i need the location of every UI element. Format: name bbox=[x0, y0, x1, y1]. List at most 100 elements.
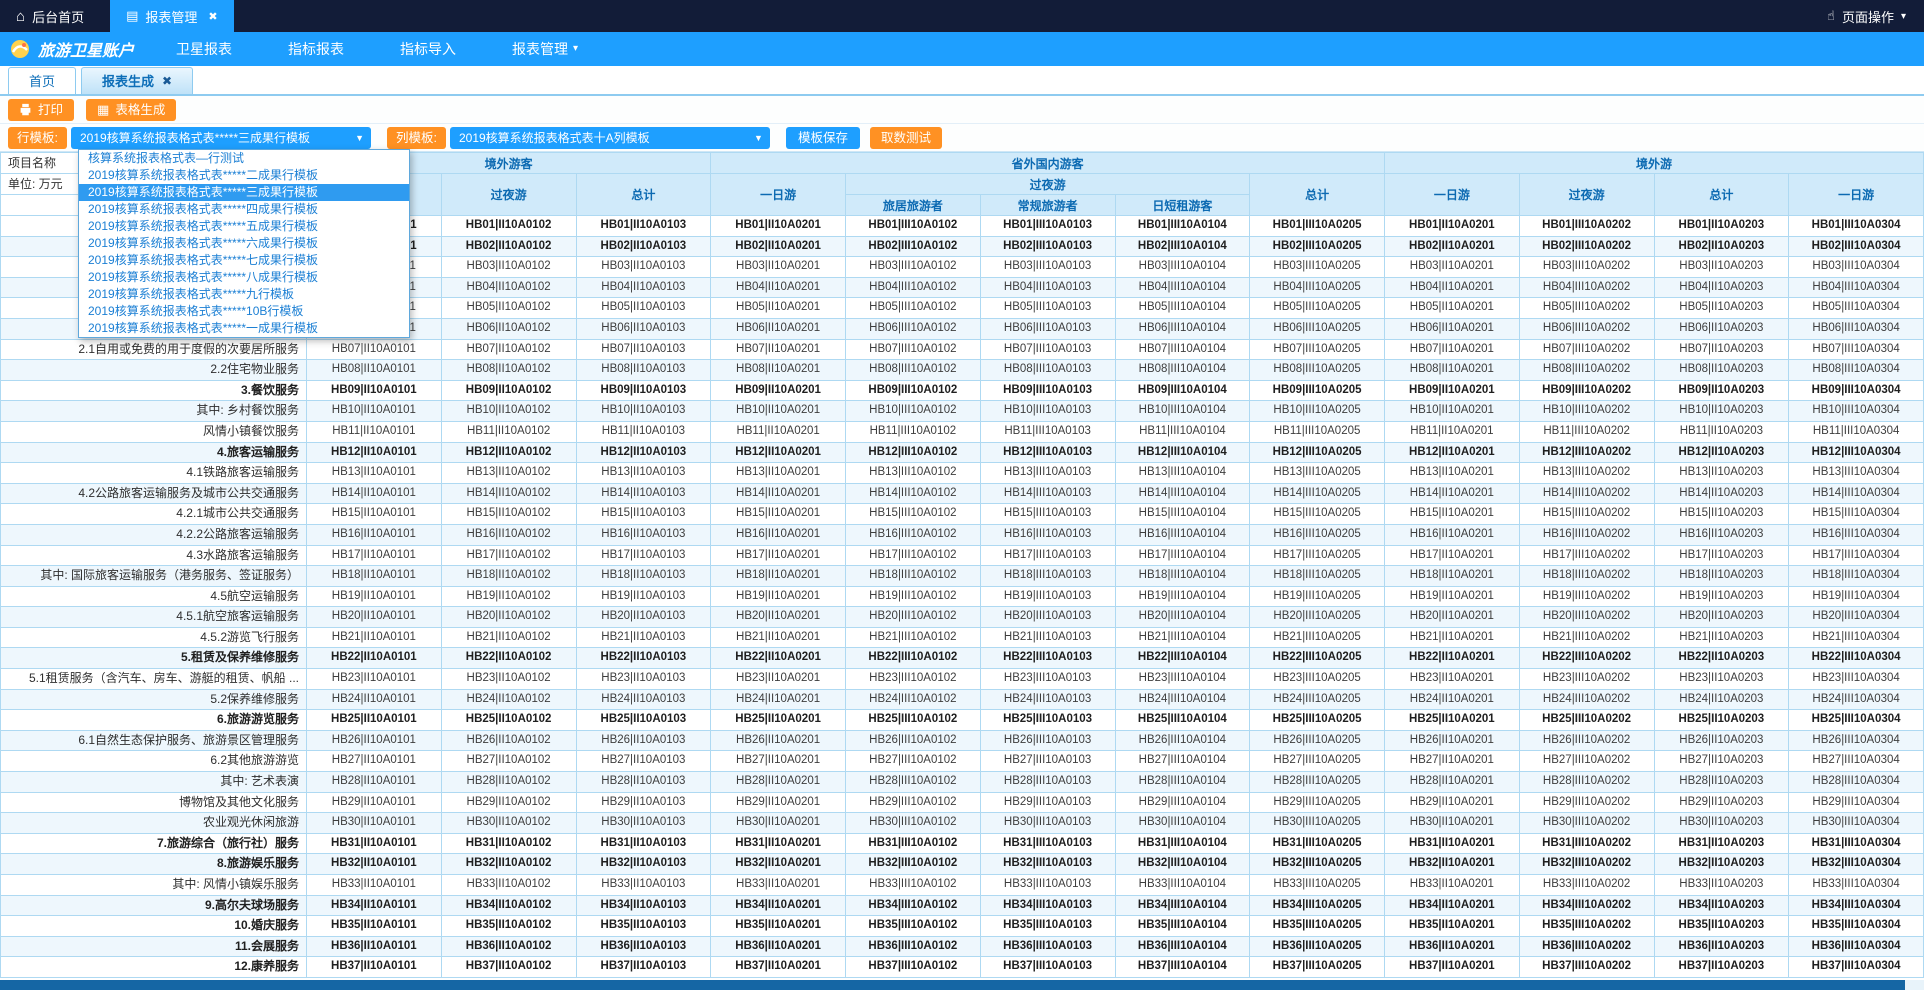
nav-item-label: 卫星报表 bbox=[176, 32, 232, 66]
table-row: 其中: 艺术表演HB28|II10A0101HB28|II10A0102HB28… bbox=[1, 772, 1924, 793]
code-cell: HB14|II10A0103 bbox=[576, 483, 711, 504]
code-cell: HB35|II10A0103 bbox=[576, 916, 711, 937]
dropdown-option[interactable]: 核算系统报表格式表—行测试 bbox=[79, 150, 409, 167]
row-template-select[interactable]: 2019核算系统报表格式表*****三成果行模板 ▼ bbox=[71, 127, 371, 149]
dropdown-option[interactable]: 2019核算系统报表格式表*****10B行模板 bbox=[79, 303, 409, 320]
code-cell: HB09|II10A0203 bbox=[1654, 380, 1789, 401]
dropdown-option[interactable]: 2019核算系统报表格式表*****二成果行模板 bbox=[79, 167, 409, 184]
tab-close-icon[interactable]: ✖ bbox=[162, 69, 172, 94]
row-template-dropdown: 核算系统报表格式表—行测试2019核算系统报表格式表*****二成果行模板201… bbox=[78, 149, 410, 338]
dropdown-option[interactable]: 2019核算系统报表格式表*****七成果行模板 bbox=[79, 252, 409, 269]
code-cell: HB29|III10A0205 bbox=[1250, 792, 1385, 813]
code-cell: HB04|III10A0202 bbox=[1519, 277, 1654, 298]
code-cell: HB36|III10A0103 bbox=[980, 936, 1115, 957]
code-cell: HB36|III10A0304 bbox=[1789, 936, 1924, 957]
code-cell: HB20|II10A0203 bbox=[1654, 607, 1789, 628]
code-cell: HB20|II10A0201 bbox=[711, 607, 846, 628]
print-button[interactable]: 打印 bbox=[8, 99, 74, 121]
code-cell: HB21|III10A0304 bbox=[1789, 627, 1924, 648]
toolbar-templates: 行模板: 2019核算系统报表格式表*****三成果行模板 ▼ 列模板: 201… bbox=[0, 124, 1924, 152]
code-cell: HB13|II10A0201 bbox=[711, 463, 846, 484]
nav-item-satellite-reports[interactable]: 卫星报表 bbox=[148, 32, 260, 66]
column-header: 过夜游 bbox=[441, 174, 576, 216]
code-cell: HB17|II10A0203 bbox=[1654, 545, 1789, 566]
home-label: 后台首页 bbox=[32, 7, 84, 26]
nav-item-indicator-reports[interactable]: 指标报表 bbox=[260, 32, 372, 66]
code-cell: HB13|III10A0103 bbox=[980, 463, 1115, 484]
code-cell: HB36|II10A0103 bbox=[576, 936, 711, 957]
code-cell: HB27|III10A0205 bbox=[1250, 751, 1385, 772]
home-icon: ⌂ bbox=[16, 9, 25, 24]
code-cell: HB27|II10A0101 bbox=[307, 751, 442, 772]
dropdown-option[interactable]: 2019核算系统报表格式表*****九行模板 bbox=[79, 286, 409, 303]
row-label-cell: 4.2公路旅客运输服务及城市公共交通服务 bbox=[1, 483, 307, 504]
table-row: 4.5.1航空旅客运输服务HB20|II10A0101HB20|II10A010… bbox=[1, 607, 1924, 628]
code-cell: HB17|II10A0101 bbox=[307, 545, 442, 566]
code-cell: HB18|III10A0103 bbox=[980, 566, 1115, 587]
table-row: 4.2公路旅客运输服务及城市公共交通服务HB14|II10A0101HB14|I… bbox=[1, 483, 1924, 504]
column-header: 总计 bbox=[1654, 174, 1789, 216]
code-cell: HB31|III10A0205 bbox=[1250, 833, 1385, 854]
code-cell: HB03|III10A0202 bbox=[1519, 257, 1654, 278]
page-operations-button[interactable]: ☝ 页面操作 ▾ bbox=[1809, 7, 1924, 26]
code-cell: HB33|III10A0103 bbox=[980, 875, 1115, 896]
dropdown-option[interactable]: 2019核算系统报表格式表*****四成果行模板 bbox=[79, 201, 409, 218]
code-cell: HB29|III10A0202 bbox=[1519, 792, 1654, 813]
fetch-test-button[interactable]: 取数测试 bbox=[870, 127, 942, 149]
topbar-tab-report-management[interactable]: ▤ 报表管理 ✖ bbox=[110, 0, 234, 32]
code-cell: HB26|II10A0203 bbox=[1654, 730, 1789, 751]
template-save-button[interactable]: 模板保存 bbox=[786, 127, 860, 149]
code-cell: HB31|III10A0304 bbox=[1789, 833, 1924, 854]
code-cell: HB10|II10A0201 bbox=[1385, 401, 1520, 422]
code-cell: HB14|III10A0202 bbox=[1519, 483, 1654, 504]
code-cell: HB23|II10A0101 bbox=[307, 669, 442, 690]
code-cell: HB01|III10A0103 bbox=[980, 216, 1115, 237]
table-generate-button[interactable]: ▦ 表格生成 bbox=[86, 99, 176, 121]
code-cell: HB23|II10A0102 bbox=[441, 669, 576, 690]
tab-report-generation[interactable]: 报表生成 ✖ bbox=[81, 67, 193, 94]
tab-home[interactable]: 首页 bbox=[8, 67, 76, 94]
scrollbar-thumb[interactable] bbox=[0, 980, 1905, 990]
code-cell: HB29|III10A0104 bbox=[1115, 792, 1250, 813]
code-cell: HB19|II10A0101 bbox=[307, 586, 442, 607]
row-label-cell: 其中: 国际旅客运输服务（港务服务、签证服务） bbox=[1, 566, 307, 587]
dropdown-option[interactable]: 2019核算系统报表格式表*****六成果行模板 bbox=[79, 235, 409, 252]
code-cell: HB18|II10A0103 bbox=[576, 566, 711, 587]
code-cell: HB04|III10A0304 bbox=[1789, 277, 1924, 298]
code-cell: HB14|III10A0205 bbox=[1250, 483, 1385, 504]
code-cell: HB14|III10A0104 bbox=[1115, 483, 1250, 504]
row-label-cell: 7.旅游综合（旅行社）服务 bbox=[1, 833, 307, 854]
code-cell: HB17|III10A0304 bbox=[1789, 545, 1924, 566]
dropdown-option[interactable]: 2019核算系统报表格式表*****五成果行模板 bbox=[79, 218, 409, 235]
hand-icon: ☝ bbox=[1827, 8, 1835, 24]
code-cell: HB27|III10A0304 bbox=[1789, 751, 1924, 772]
code-cell: HB19|II10A0203 bbox=[1654, 586, 1789, 607]
nav-item-indicator-import[interactable]: 指标导入 bbox=[372, 32, 484, 66]
code-cell: HB11|II10A0201 bbox=[1385, 421, 1520, 442]
nav-item-label: 指标导入 bbox=[400, 32, 456, 66]
col-template-select[interactable]: 2019核算系统报表格式表十A列模板 ▼ bbox=[450, 127, 770, 149]
dropdown-option[interactable]: 2019核算系统报表格式表*****八成果行模板 bbox=[79, 269, 409, 286]
code-cell: HB21|II10A0203 bbox=[1654, 627, 1789, 648]
code-cell: HB11|III10A0104 bbox=[1115, 421, 1250, 442]
code-cell: HB05|II10A0203 bbox=[1654, 298, 1789, 319]
table-row: 4.1铁路旅客运输服务HB13|II10A0101HB13|II10A0102H… bbox=[1, 463, 1924, 484]
home-button[interactable]: ⌂ 后台首页 bbox=[0, 0, 100, 32]
row-label-cell: 其中: 乡村餐饮服务 bbox=[1, 401, 307, 422]
code-cell: HB01|II10A0103 bbox=[576, 216, 711, 237]
dropdown-option[interactable]: 2019核算系统报表格式表*****三成果行模板 bbox=[79, 184, 409, 201]
code-cell: HB08|III10A0104 bbox=[1115, 360, 1250, 381]
table-row: 其中: 国际旅客运输服务（港务服务、签证服务）HB18|II10A0101HB1… bbox=[1, 566, 1924, 587]
code-cell: HB12|III10A0202 bbox=[1519, 442, 1654, 463]
dropdown-option[interactable]: 2019核算系统报表格式表*****一成果行模板 bbox=[79, 320, 409, 337]
code-cell: HB19|III10A0103 bbox=[980, 586, 1115, 607]
code-cell: HB30|III10A0205 bbox=[1250, 813, 1385, 834]
code-cell: HB28|II10A0201 bbox=[1385, 772, 1520, 793]
tab-close-icon[interactable]: ✖ bbox=[208, 10, 217, 23]
select-caret-icon: ▼ bbox=[355, 127, 364, 149]
code-cell: HB21|III10A0103 bbox=[980, 627, 1115, 648]
code-cell: HB11|II10A0103 bbox=[576, 421, 711, 442]
nav-item-report-management[interactable]: 报表管理 ▾ bbox=[484, 32, 606, 66]
column-group-overseas-trips: 境外游 bbox=[1385, 153, 1924, 174]
code-cell: HB07|III10A0202 bbox=[1519, 339, 1654, 360]
